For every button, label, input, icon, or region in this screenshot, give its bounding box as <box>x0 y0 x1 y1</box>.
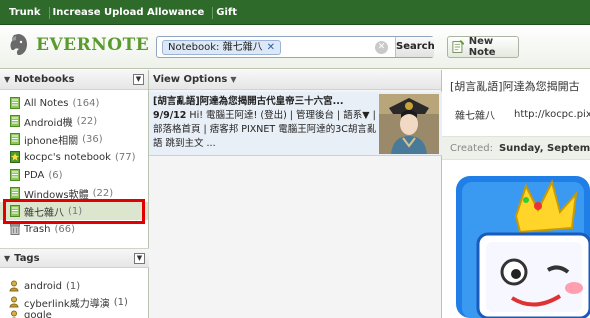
trash-icon <box>10 223 20 235</box>
notebook-name: Trash <box>24 223 51 235</box>
tag-item-gogle[interactable]: gogle <box>0 310 149 318</box>
tag-icon <box>11 310 17 318</box>
gift-link[interactable]: Gift <box>213 7 245 19</box>
search-button[interactable]: Search <box>395 37 435 57</box>
portrait-thumbnail <box>379 94 439 154</box>
logo-wordmark: EVERNOTE <box>36 35 150 55</box>
default-notebook-icon <box>10 151 20 163</box>
note-list-pane: View Options ▼ [胡言亂語]阿達為您揭開古代皇帝三十六宮... 9… <box>149 70 442 318</box>
tag-icon <box>9 280 19 292</box>
notebook-filter-chip[interactable]: Notebook: 雜七雜八 ✕ <box>162 40 281 55</box>
notebooks-header-label: Notebooks <box>14 74 75 85</box>
notebooks-menu-icon[interactable]: ▼ <box>133 74 144 85</box>
all-notes-icon <box>10 97 20 109</box>
tag-name: cyberlink威力導演 <box>24 298 110 310</box>
top-nav-bar: Trunk Increase Upload Allowance Gift <box>0 0 590 25</box>
note-list-item[interactable]: [胡言亂語]阿達為您揭開古代皇帝三十六宮... 9/9/12 Hi! 電腦王阿達… <box>149 92 442 156</box>
note-preview-text: [胡言亂語]阿達為您揭開古代皇帝三十六宮... 9/9/12 Hi! 電腦王阿達… <box>153 95 379 151</box>
note-content-image <box>456 176 590 318</box>
notebook-name: iphone相關 <box>24 135 79 147</box>
notebook-count: (22) <box>92 187 114 199</box>
notebooks-header[interactable]: ▼ Notebooks ▼ <box>0 70 148 90</box>
note-detail-title[interactable]: [胡言亂語]阿達為您揭開古 <box>450 78 580 94</box>
top-nav-links: Trunk Increase Upload Allowance Gift <box>0 0 590 25</box>
new-note-icon <box>452 40 464 53</box>
notebook-count: (22) <box>76 115 98 127</box>
new-note-button[interactable]: New Note <box>447 36 519 58</box>
note-notebook-name[interactable]: 雜七雜八 <box>455 107 495 122</box>
notebook-count: (77) <box>114 151 136 163</box>
tags-section: ▼ Tags ▼ <box>0 248 149 268</box>
tag-list: android (1) cyberlink威力導演 (1) gogle <box>0 278 149 318</box>
collapse-triangle-icon[interactable]: ▼ <box>4 75 10 84</box>
tags-header[interactable]: ▼ Tags ▼ <box>0 248 149 268</box>
remove-filter-icon[interactable]: ✕ <box>267 42 275 53</box>
notebook-icon <box>10 169 20 181</box>
note-thumbnail-image <box>379 94 439 154</box>
notebook-icon <box>10 115 20 127</box>
evernote-logo[interactable]: EVERNOTE <box>8 33 149 57</box>
sidebar-item-pda[interactable]: PDA (6) <box>0 166 148 184</box>
tags-header-label: Tags <box>14 252 40 264</box>
tag-item-cyberlink[interactable]: cyberlink威力導演 (1) <box>0 294 149 310</box>
tag-item-android[interactable]: android (1) <box>0 278 149 294</box>
header: EVERNOTE Notebook: 雜七雜八 ✕ ✕ Search New No… <box>0 25 590 69</box>
clear-search-icon[interactable]: ✕ <box>375 41 388 54</box>
note-title: [胡言亂語]阿達為您揭開古代皇帝三十六宮... <box>153 96 344 107</box>
elephant-logo-icon <box>10 34 27 55</box>
note-snippet-block: 9/9/12 Hi! 電腦王阿達! (登出) | 管理後台 | 語系▼ | 部落… <box>153 109 379 151</box>
notebook-icon <box>10 187 20 199</box>
notebook-name: PDA <box>24 169 45 181</box>
collapse-triangle-icon[interactable]: ▼ <box>4 254 10 263</box>
notebook-count: (164) <box>72 97 100 109</box>
created-label: Created: <box>450 142 493 154</box>
notebook-filter-label: Notebook: 雜七雜八 <box>168 42 263 53</box>
tags-menu-icon[interactable]: ▼ <box>134 253 145 264</box>
note-date: 9/9/12 <box>153 110 187 121</box>
sidebar-item-iphone[interactable]: iphone相關 (36) <box>0 130 148 148</box>
notebook-name: All Notes <box>24 97 69 109</box>
annotation-highlight-box <box>3 199 145 224</box>
notebook-count: (6) <box>48 169 63 181</box>
note-snippet: Hi! 電腦王阿達! (登出) | 管理後台 | 語系▼ | 部落格首頁 | 痞… <box>153 110 377 149</box>
notebook-count: (66) <box>54 223 75 235</box>
sidebar-item-android[interactable]: Android機 (22) <box>0 112 148 130</box>
view-options-menu[interactable]: View Options ▼ <box>149 70 441 90</box>
notebook-count: (36) <box>82 133 103 145</box>
new-note-label: New Note <box>468 36 496 58</box>
notebook-name: Android機 <box>24 117 73 129</box>
tag-count: (1) <box>65 280 81 292</box>
increase-upload-allowance-link[interactable]: Increase Upload Allowance <box>50 6 214 19</box>
note-meta-bar: 雜七雜八 http://kocpc.pix <box>450 104 590 124</box>
dropdown-caret-icon: ▼ <box>230 75 237 84</box>
note-created-row: Created: Sunday, September 9 <box>442 136 590 160</box>
sidebar-item-kocpc-notebook[interactable]: kocpc's notebook (77) <box>0 148 148 166</box>
mascot-illustration <box>456 176 590 318</box>
sidebar-item-all-notes[interactable]: All Notes (164) <box>0 94 148 112</box>
sidebar: ▼ Notebooks ▼ All Notes (164) Android機 (22… <box>0 70 149 318</box>
tag-name: android <box>24 280 62 292</box>
created-date: Sunday, September 9 <box>498 142 590 154</box>
tag-icon <box>9 296 19 308</box>
search-box[interactable]: Notebook: 雜七雜八 ✕ ✕ Search <box>156 36 435 58</box>
tag-name: gogle <box>24 310 52 318</box>
note-detail-pane: [胡言亂語]阿達為您揭開古 雜七雜八 http://kocpc.pix Crea… <box>442 70 590 318</box>
notebook-icon <box>10 133 20 145</box>
tag-count: (1) <box>113 296 128 308</box>
trunk-link[interactable]: Trunk <box>6 6 50 19</box>
view-options-label: View Options <box>153 74 228 85</box>
note-source-url[interactable]: http://kocpc.pix <box>514 109 590 120</box>
notebook-name: kocpc's notebook <box>24 151 111 163</box>
